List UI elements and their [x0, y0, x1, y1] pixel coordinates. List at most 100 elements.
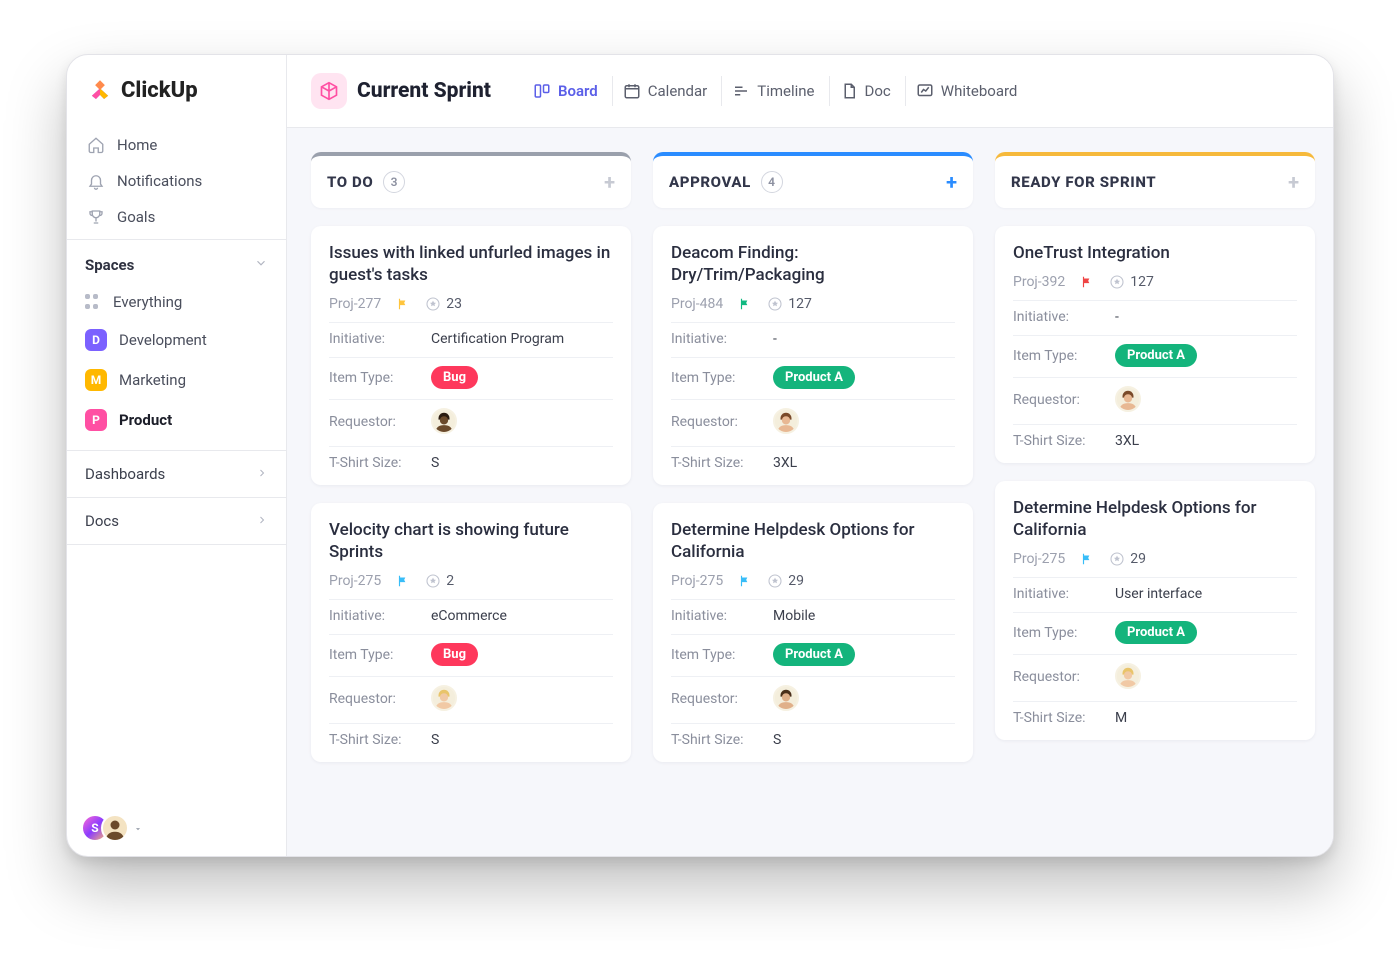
view-tab-board[interactable]: Board [523, 76, 608, 106]
sidebar: ClickUp Home Notifications Goals [67, 55, 287, 856]
view-tab-timeline[interactable]: Timeline [721, 76, 824, 106]
user-avatar[interactable] [101, 814, 129, 842]
grid-icon [85, 294, 101, 310]
nav-docs-label: Docs [85, 512, 119, 530]
task-points: 29 [767, 573, 804, 589]
trophy-icon [87, 208, 105, 226]
board-column: TO DO3 + Issues with linked unfurled ima… [311, 152, 631, 832]
field-value-itemtype: Product A [773, 643, 855, 666]
task-points-value: 127 [1130, 274, 1154, 290]
app-logo[interactable]: ClickUp [67, 55, 286, 123]
nav-docs[interactable]: Docs [67, 497, 286, 544]
field-label: Item Type: [1013, 625, 1115, 641]
home-icon [87, 136, 105, 154]
field-label: T-Shirt Size: [671, 732, 773, 748]
task-points: 2 [425, 573, 454, 589]
task-card[interactable]: Determine Helpdesk Options for Californi… [653, 503, 973, 762]
field-value-itemtype: Bug [431, 366, 478, 389]
field-label: T-Shirt Size: [1013, 710, 1115, 726]
space-item-label: Marketing [119, 371, 186, 389]
view-tab-whiteboard[interactable]: Whiteboard [905, 76, 1028, 106]
app-window: ClickUp Home Notifications Goals [66, 54, 1334, 857]
space-letter-icon: D [85, 329, 107, 351]
bell-icon [87, 172, 105, 190]
requestor-avatar [773, 408, 799, 434]
doc-icon [840, 82, 858, 100]
space-item-development[interactable]: D Development [73, 320, 280, 360]
item-type-pill: Bug [431, 366, 478, 389]
task-points: 127 [767, 296, 812, 312]
field-label: T-Shirt Size: [329, 455, 431, 471]
add-card-button[interactable]: + [1288, 170, 1299, 194]
field-label: Initiative: [671, 608, 773, 624]
requestor-avatar [431, 685, 457, 711]
task-meta: Proj-392 127 [1013, 274, 1297, 290]
view-tab-calendar[interactable]: Calendar [612, 76, 718, 106]
nav-notifications[interactable]: Notifications [73, 163, 280, 199]
task-card[interactable]: OneTrust Integration Proj-392 127 Initia… [995, 226, 1315, 463]
task-points-value: 29 [788, 573, 804, 589]
field-label: Initiative: [329, 331, 431, 347]
task-points-value: 127 [788, 296, 812, 312]
requestor-avatar [1115, 386, 1141, 412]
nav-goals[interactable]: Goals [73, 199, 280, 235]
task-title: Determine Helpdesk Options for Californi… [1013, 497, 1297, 541]
space-letter-icon: M [85, 369, 107, 391]
task-meta: Proj-275 29 [1013, 551, 1297, 567]
nav-home[interactable]: Home [73, 127, 280, 163]
chevron-down-icon [254, 256, 268, 274]
add-card-button[interactable]: + [604, 170, 615, 194]
nav-dashboards[interactable]: Dashboards [67, 450, 286, 497]
item-type-pill: Bug [431, 643, 478, 666]
view-tab-label: Doc [865, 82, 891, 100]
task-meta: Proj-275 29 [671, 573, 955, 589]
board-column: READY FOR SPRINT + OneTrust Integration … [995, 152, 1315, 832]
add-card-button[interactable]: + [946, 170, 957, 194]
task-project-id: Proj-277 [329, 296, 381, 312]
task-title: Determine Helpdesk Options for Californi… [671, 519, 955, 563]
space-everything-label: Everything [113, 293, 182, 311]
field-value-tshirt: S [431, 732, 439, 748]
column-header: TO DO3 + [311, 152, 631, 208]
task-title: Deacom Finding: Dry/Trim/Packaging [671, 242, 955, 286]
task-card[interactable]: Issues with linked unfurled images in gu… [311, 226, 631, 485]
chevron-right-icon [256, 465, 268, 483]
task-points-value: 29 [1130, 551, 1146, 567]
spaces-header[interactable]: Spaces [67, 239, 286, 284]
priority-flag-icon [1079, 552, 1095, 566]
field-label: Initiative: [671, 331, 773, 347]
field-label: Requestor: [1013, 669, 1115, 685]
space-item-product[interactable]: P Product [73, 400, 280, 440]
space-everything[interactable]: Everything [73, 284, 280, 320]
timeline-icon [732, 82, 750, 100]
field-value-tshirt: S [773, 732, 781, 748]
view-tab-doc[interactable]: Doc [829, 76, 901, 106]
field-value-initiative: eCommerce [431, 608, 507, 624]
task-card[interactable]: Deacom Finding: Dry/Trim/Packaging Proj-… [653, 226, 973, 485]
priority-flag-icon [395, 297, 411, 311]
calendar-icon [623, 82, 641, 100]
column-header: APPROVAL4 + [653, 152, 973, 208]
field-label: T-Shirt Size: [329, 732, 431, 748]
column-title: READY FOR SPRINT [1011, 173, 1156, 191]
task-project-id: Proj-392 [1013, 274, 1065, 290]
field-label: Item Type: [671, 370, 773, 386]
task-points-value: 2 [446, 573, 454, 589]
task-title: OneTrust Integration [1013, 242, 1297, 264]
task-card[interactable]: Velocity chart is showing future Sprints… [311, 503, 631, 762]
board-icon [533, 82, 551, 100]
item-type-pill: Product A [1115, 621, 1197, 644]
clickup-logo-icon [87, 77, 113, 103]
priority-flag-icon [737, 297, 753, 311]
caret-down-icon[interactable] [133, 819, 143, 838]
task-meta: Proj-277 23 [329, 296, 613, 312]
field-label: Requestor: [671, 414, 773, 430]
item-type-pill: Product A [773, 366, 855, 389]
nav-dashboards-label: Dashboards [85, 465, 165, 483]
task-points: 127 [1109, 274, 1154, 290]
field-value-itemtype: Product A [1115, 621, 1197, 644]
item-type-pill: Product A [773, 643, 855, 666]
space-item-marketing[interactable]: M Marketing [73, 360, 280, 400]
requestor-avatar [1115, 663, 1141, 689]
task-card[interactable]: Determine Helpdesk Options for Californi… [995, 481, 1315, 740]
